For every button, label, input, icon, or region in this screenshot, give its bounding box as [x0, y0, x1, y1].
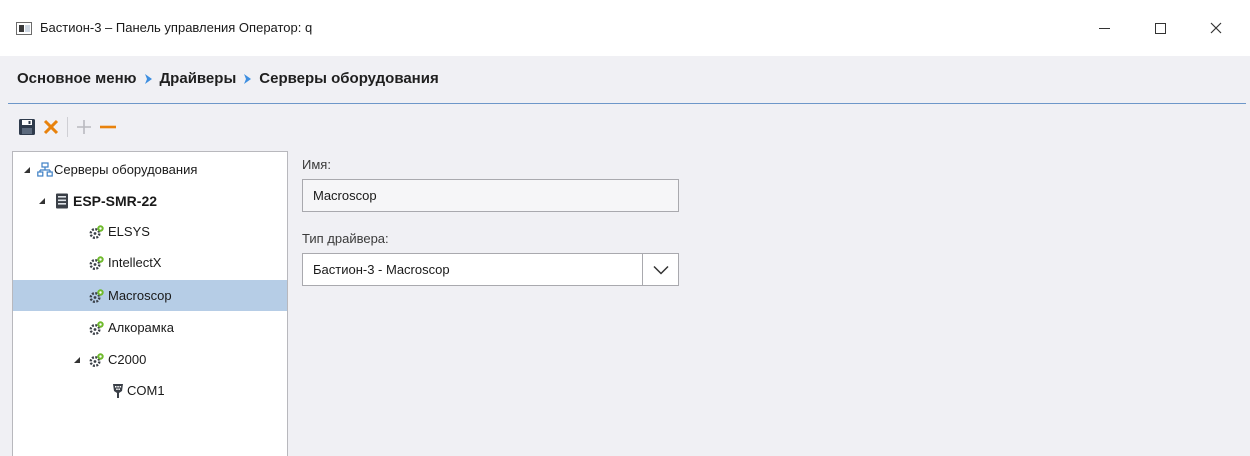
breadcrumb-divider — [8, 103, 1246, 104]
expanded-arrow-icon[interactable] — [23, 166, 31, 174]
breadcrumb: Основное меню Драйверы Серверы оборудова… — [17, 70, 439, 87]
save-button[interactable] — [15, 115, 39, 139]
driver-type-label: Тип драйвера: — [302, 231, 389, 246]
tree-item-elsys[interactable]: ELSYS — [13, 216, 287, 247]
name-label: Имя: — [302, 157, 331, 172]
tree-item-esp-smr-22[interactable]: ESP-SMR-22 — [13, 185, 287, 216]
window-title: Бастион-3 – Панель управления Оператор: … — [40, 20, 313, 35]
tree-item-c2000[interactable]: C2000 — [13, 344, 287, 375]
driver-gear-icon — [89, 320, 105, 336]
save-icon — [19, 119, 35, 135]
tree-item-label: Алкорамка — [108, 320, 174, 335]
minimize-icon — [1098, 27, 1110, 29]
tree-item-label: Серверы оборудования — [54, 162, 198, 177]
tree-item-label: IntellectX — [108, 255, 162, 270]
name-input[interactable] — [302, 179, 679, 212]
chevron-right-icon — [144, 73, 152, 84]
tree-item-label: ESP-SMR-22 — [73, 192, 158, 209]
minimize-button[interactable] — [1084, 12, 1124, 44]
tree-item-equipment-servers[interactable]: Серверы оборудования — [13, 154, 287, 185]
tree-item-label: COM1 — [127, 383, 165, 398]
tree-item-label: C2000 — [108, 352, 147, 367]
expanded-arrow-icon[interactable] — [73, 356, 81, 364]
tree-item-intellectx[interactable]: IntellectX — [13, 247, 287, 278]
driver-gear-icon — [89, 255, 105, 271]
tree-item-com1[interactable]: COM1 — [13, 375, 287, 406]
cancel-button[interactable] — [39, 115, 63, 139]
remove-icon — [100, 125, 116, 129]
expanded-arrow-icon[interactable] — [38, 197, 46, 205]
breadcrumb-main-menu[interactable]: Основное меню — [17, 70, 137, 87]
breadcrumb-drivers[interactable]: Драйверы — [160, 70, 237, 87]
chevron-right-icon — [244, 73, 252, 84]
close-button[interactable] — [1196, 12, 1236, 44]
driver-gear-icon — [89, 352, 105, 368]
tree-item-alkoramka[interactable]: Алкорамка — [13, 312, 287, 343]
cancel-icon — [43, 119, 59, 135]
driver-type-dropdown-button[interactable] — [642, 254, 678, 285]
driver-gear-icon — [89, 288, 105, 304]
driver-gear-icon — [89, 224, 105, 240]
maximize-button[interactable] — [1140, 12, 1180, 44]
close-icon — [1210, 22, 1222, 34]
app-window-icon — [16, 22, 32, 35]
network-icon — [37, 161, 53, 178]
tree-item-label: Macroscop — [108, 288, 172, 303]
chevron-down-icon — [652, 265, 669, 275]
com-port-icon — [110, 383, 126, 399]
driver-type-select[interactable]: Бастион-3 - Macroscop — [302, 253, 679, 286]
add-button[interactable] — [72, 115, 96, 139]
maximize-icon — [1154, 22, 1166, 34]
server-icon — [54, 193, 70, 209]
driver-type-value: Бастион-3 - Macroscop — [313, 262, 450, 277]
tree-item-macroscop[interactable]: Macroscop — [13, 280, 287, 311]
toolbar — [15, 115, 120, 139]
title-bar: Бастион-3 – Панель управления Оператор: … — [0, 0, 1250, 56]
tree-item-label: ELSYS — [108, 224, 150, 239]
remove-button[interactable] — [96, 115, 120, 139]
toolbar-separator — [67, 117, 68, 137]
add-icon — [77, 120, 91, 134]
servers-tree[interactable]: Серверы оборудования ESP-SMR-22 ELSYS In… — [12, 151, 288, 456]
breadcrumb-equipment-servers: Серверы оборудования — [259, 70, 439, 87]
